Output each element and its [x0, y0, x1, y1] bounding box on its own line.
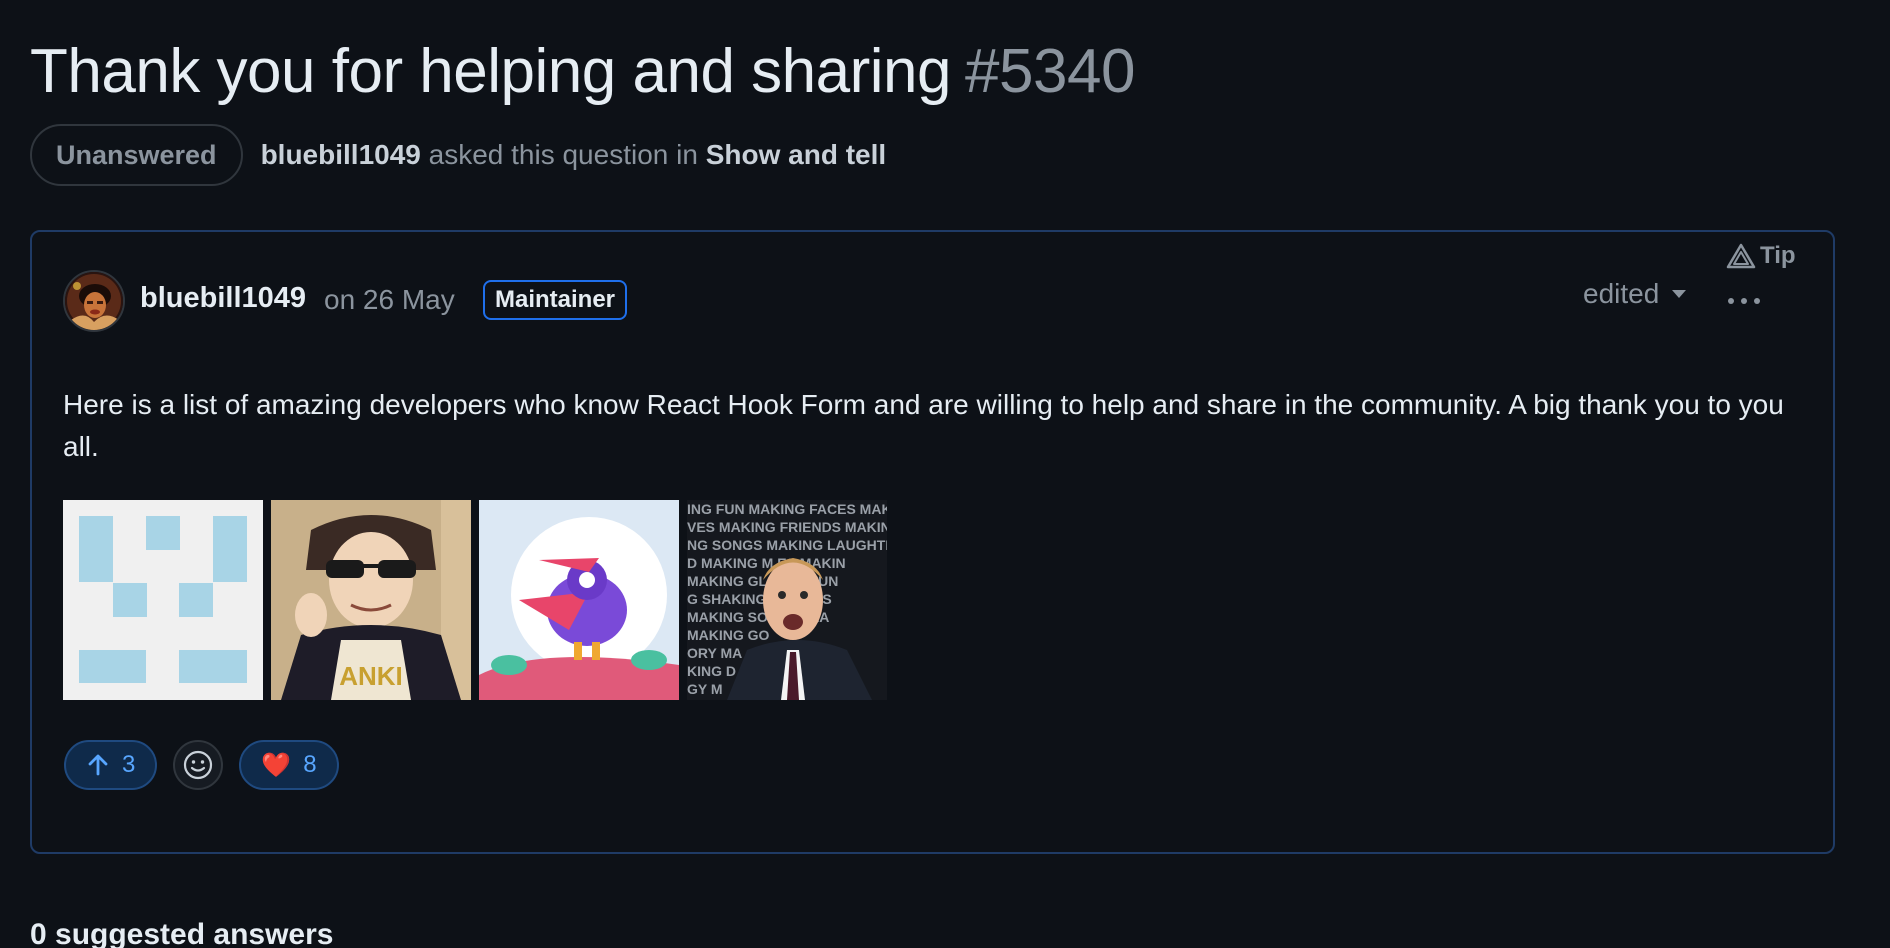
upvote-button[interactable]: 3: [64, 740, 158, 790]
kebab-dot-icon: [1728, 298, 1734, 304]
answers-heading: 0 suggested answers: [30, 918, 334, 948]
svg-text:D MAKING M ES MAKIN: D MAKING M ES MAKIN: [687, 555, 846, 571]
svg-text:VES MAKING FRIENDS MAKING: VES MAKING FRIENDS MAKING: [687, 519, 887, 535]
reactions-bar: 3 ❤️ 8: [64, 740, 339, 790]
discussion-post: bluebill1049 on 26 May Maintainer Tip ed…: [30, 230, 1835, 854]
apron-logo-text: ANKI: [339, 661, 403, 691]
tip-link[interactable]: Tip: [1726, 242, 1796, 270]
svg-text:NG SONGS MAKING LAUGHTER: NG SONGS MAKING LAUGHTER: [687, 537, 887, 553]
warning-triangle-icon: [1726, 243, 1756, 269]
svg-text:ING FUN MAKING FACES MAKI: ING FUN MAKING FACES MAKI: [687, 501, 887, 517]
heart-icon: ❤️: [261, 751, 292, 779]
svg-text:ORY MA: ORY MA: [687, 645, 742, 661]
edited-history-dropdown[interactable]: edited: [1583, 278, 1687, 310]
making-faces-avatar[interactable]: ING FUN MAKING FACES MAKI VES MAKING FRI…: [687, 500, 887, 700]
discussion-title-text: Thank you for helping and sharing: [30, 37, 952, 106]
post-author[interactable]: bluebill1049: [140, 282, 306, 315]
contributor-avatars: ANKI ING FUN MAKING FACES MAKI VES MAKIN…: [63, 500, 887, 700]
post-body: Here is a list of amazing developers who…: [63, 389, 1784, 462]
discussion-page: Thank you for helping and sharing #5340 U…: [0, 0, 1890, 948]
asker-link[interactable]: bluebill1049: [261, 139, 421, 170]
svg-text:GY M: GY M: [687, 681, 723, 697]
svg-text:KING D: KING D: [687, 663, 736, 679]
upvote-count: 3: [122, 751, 136, 778]
discussion-meta: Unanswered bluebill1049 asked this quest…: [30, 124, 886, 186]
asked-text: asked this question in: [428, 139, 698, 170]
smiley-icon: [184, 750, 213, 780]
post-date[interactable]: on 26 May: [324, 284, 455, 316]
kebab-dot-icon: [1741, 298, 1747, 304]
add-reaction-button[interactable]: [173, 740, 224, 790]
svg-text:MAKING GO: MAKING GO: [687, 627, 770, 643]
maintainer-badge: Maintainer: [483, 280, 628, 320]
anime-sunglasses-avatar[interactable]: ANKI: [271, 500, 471, 700]
status-badge: Unanswered: [30, 124, 243, 186]
heart-reaction-button[interactable]: ❤️ 8: [239, 740, 339, 790]
arrow-up-icon: [88, 754, 108, 776]
discussion-number: #5340: [965, 37, 1135, 106]
discussion-title: Thank you for helping and sharing #5340: [30, 36, 1135, 107]
identicon-avatar[interactable]: [63, 500, 263, 700]
caret-down-icon: [1672, 290, 1687, 298]
heart-count: 8: [303, 751, 317, 778]
more-options-button[interactable]: [1728, 298, 1760, 304]
edited-label: edited: [1583, 278, 1660, 309]
kebab-dot-icon: [1754, 298, 1760, 304]
purple-bird-avatar[interactable]: [479, 500, 679, 700]
tip-label: Tip: [1760, 242, 1796, 269]
author-avatar-image: [65, 272, 123, 330]
author-avatar[interactable]: [63, 270, 125, 332]
category-link[interactable]: Show and tell: [706, 139, 886, 170]
asked-info: bluebill1049 asked this question in Show…: [261, 139, 887, 171]
